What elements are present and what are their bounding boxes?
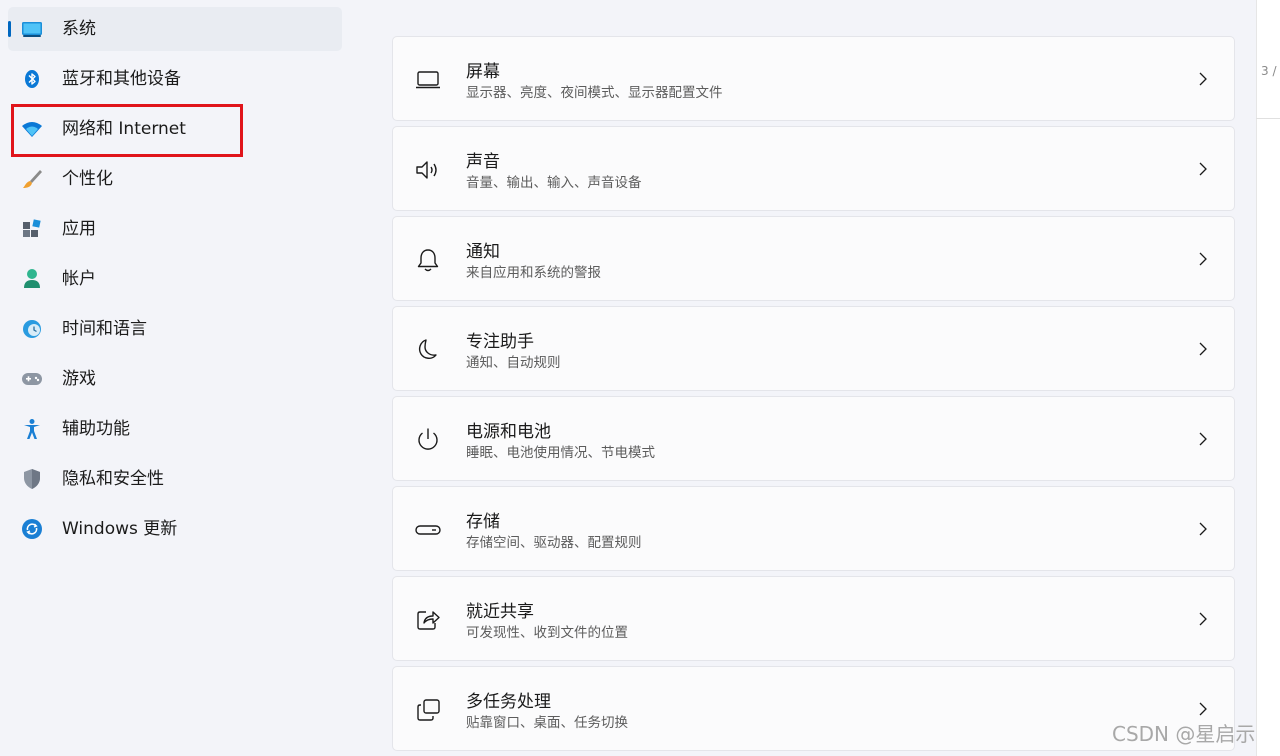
card-description: 存储空间、驱动器、配置规则	[466, 535, 642, 551]
card-title: 专注助手	[466, 332, 534, 352]
card-focus-assist[interactable]: 专注助手 通知、自动规则	[392, 306, 1235, 391]
card-nearby-sharing[interactable]: 就近共享 可发现性、收到文件的位置	[392, 576, 1235, 661]
card-description: 通知、自动规则	[466, 355, 561, 371]
accessibility-icon	[21, 418, 43, 440]
chevron-right-icon	[1194, 700, 1212, 718]
power-icon	[414, 426, 442, 454]
system-display-icon	[21, 18, 43, 40]
card-description: 显示器、亮度、夜间模式、显示器配置文件	[466, 85, 723, 101]
sidebar-item-label: 辅助功能	[62, 419, 130, 439]
sidebar-item-system[interactable]: 系统	[8, 7, 342, 51]
card-description: 可发现性、收到文件的位置	[466, 625, 628, 641]
card-description: 贴靠窗口、桌面、任务切换	[466, 715, 628, 731]
account-icon	[21, 268, 43, 290]
adjacent-window-edge	[1256, 0, 1280, 756]
card-notifications[interactable]: 通知 来自应用和系统的警报	[392, 216, 1235, 301]
chevron-right-icon	[1194, 520, 1212, 538]
card-description: 音量、输出、输入、声音设备	[466, 175, 642, 191]
shield-icon	[21, 468, 43, 490]
sidebar-item-accounts[interactable]: 帐户	[8, 257, 342, 301]
sidebar-item-apps[interactable]: 应用	[8, 207, 342, 251]
sidebar-item-label: Windows 更新	[62, 519, 178, 539]
speaker-icon	[414, 156, 442, 184]
chevron-right-icon	[1194, 430, 1212, 448]
sidebar-item-gaming[interactable]: 游戏	[8, 357, 342, 401]
bluetooth-icon	[21, 68, 43, 90]
chevron-right-icon	[1194, 70, 1212, 88]
sidebar-item-label: 游戏	[62, 369, 96, 389]
sidebar-item-network[interactable]: 网络和 Internet	[8, 107, 342, 151]
wifi-icon	[21, 118, 43, 140]
sidebar-nav: 系统 蓝牙和其他设备 网络和 Internet 个性化 应用 帐户 时间和语言 …	[0, 0, 350, 756]
sidebar-item-accessibility[interactable]: 辅助功能	[8, 407, 342, 451]
card-title: 就近共享	[466, 602, 534, 622]
time-language-icon	[21, 318, 43, 340]
moon-icon	[414, 336, 442, 364]
card-title: 通知	[466, 242, 500, 262]
sidebar-item-label: 网络和 Internet	[62, 119, 186, 139]
card-sound[interactable]: 声音 音量、输出、输入、声音设备	[392, 126, 1235, 211]
card-title: 存储	[466, 512, 500, 532]
sidebar-item-label: 帐户	[62, 269, 96, 289]
sidebar-item-label: 应用	[62, 219, 96, 239]
card-title: 屏幕	[466, 62, 500, 82]
multitasking-icon	[414, 696, 442, 724]
sidebar-item-time-language[interactable]: 时间和语言	[8, 307, 342, 351]
sidebar-item-privacy-security[interactable]: 隐私和安全性	[8, 457, 342, 501]
sidebar-item-label: 蓝牙和其他设备	[62, 69, 181, 89]
chevron-right-icon	[1194, 340, 1212, 358]
chevron-right-icon	[1194, 160, 1212, 178]
sidebar-item-windows-update[interactable]: Windows 更新	[8, 507, 342, 551]
chevron-right-icon	[1194, 610, 1212, 628]
adjacent-window-text: 3 /	[1261, 64, 1277, 78]
card-storage[interactable]: 存储 存储空间、驱动器、配置规则	[392, 486, 1235, 571]
card-title: 声音	[466, 152, 500, 172]
paintbrush-icon	[21, 168, 43, 190]
share-icon	[414, 606, 442, 634]
sidebar-item-label: 个性化	[62, 169, 113, 189]
windows-update-icon	[21, 518, 43, 540]
storage-drive-icon	[414, 516, 442, 544]
card-display[interactable]: 屏幕 显示器、亮度、夜间模式、显示器配置文件	[392, 36, 1235, 121]
sidebar-item-label: 系统	[62, 19, 96, 39]
sidebar-item-personalization[interactable]: 个性化	[8, 157, 342, 201]
card-power-battery[interactable]: 电源和电池 睡眠、电池使用情况、节电模式	[392, 396, 1235, 481]
sidebar-item-bluetooth[interactable]: 蓝牙和其他设备	[8, 57, 342, 101]
sidebar-item-label: 隐私和安全性	[62, 469, 164, 489]
card-title: 电源和电池	[466, 422, 551, 442]
chevron-right-icon	[1194, 250, 1212, 268]
gamepad-icon	[21, 368, 43, 390]
card-multitasking[interactable]: 多任务处理 贴靠窗口、桌面、任务切换	[392, 666, 1235, 751]
card-description: 来自应用和系统的警报	[466, 265, 601, 281]
display-icon	[414, 66, 442, 94]
sidebar-item-label: 时间和语言	[62, 319, 147, 339]
bell-icon	[414, 246, 442, 274]
card-title: 多任务处理	[466, 692, 551, 712]
adjacent-window-divider	[1256, 118, 1280, 119]
card-description: 睡眠、电池使用情况、节电模式	[466, 445, 655, 461]
selected-indicator	[8, 21, 11, 37]
apps-icon	[21, 218, 43, 240]
watermark: CSDN @星启示	[1112, 722, 1256, 746]
